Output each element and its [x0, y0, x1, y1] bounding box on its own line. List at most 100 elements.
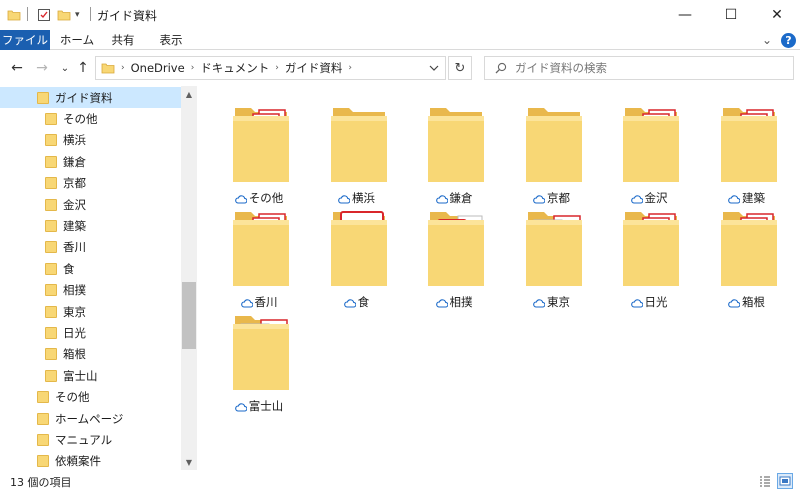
sidebar-item[interactable]: 横浜: [0, 130, 181, 151]
folder-label: 東京: [507, 294, 597, 310]
toolbar-separator: [27, 7, 28, 21]
close-button[interactable]: ✕: [754, 0, 800, 30]
scroll-down-icon[interactable]: ▼: [181, 454, 197, 470]
cloud-sync-icon: [533, 299, 545, 308]
folder-item[interactable]: 東京: [507, 206, 597, 310]
folder-icon: [45, 326, 57, 339]
sidebar-item-label: 日光: [63, 325, 86, 340]
sidebar-item[interactable]: 富士山: [0, 365, 181, 386]
folder-name: 鎌倉: [449, 191, 473, 205]
folder-thumbnail-icon: PDF: [229, 206, 293, 290]
folder-label: 香川: [214, 294, 304, 310]
folder-name: 食: [357, 295, 370, 309]
sidebar-item-label: 鎌倉: [63, 154, 86, 169]
up-button[interactable]: ↑: [73, 58, 93, 78]
folder-item[interactable]: PDF 食: [312, 206, 402, 310]
tab-view[interactable]: 表示: [152, 30, 190, 50]
folder-label: 富士山: [214, 398, 304, 414]
folder-label: 相撲: [409, 294, 499, 310]
sidebar-item[interactable]: 依頼案件: [0, 451, 181, 472]
folder-label: 横浜: [312, 190, 402, 206]
sidebar-item[interactable]: 食: [0, 258, 181, 279]
properties-icon[interactable]: [37, 6, 51, 24]
folder-icon: [45, 305, 57, 318]
address-bar[interactable]: › OneDrive › ドキュメント › ガイド資料 ›: [95, 56, 446, 80]
sidebar-item[interactable]: その他: [0, 108, 181, 129]
folder-item[interactable]: PDF 建築: [702, 102, 792, 206]
folder-item[interactable]: 鎌倉: [409, 102, 499, 206]
folder-item[interactable]: PDF 日光: [604, 206, 694, 310]
sidebar-item[interactable]: 日光: [0, 322, 181, 343]
folder-icon: [45, 198, 57, 211]
refresh-button[interactable]: ↻: [448, 56, 472, 80]
sidebar-item[interactable]: 金沢: [0, 194, 181, 215]
details-view-icon[interactable]: [757, 473, 773, 489]
customize-toolbar-icon[interactable]: ▾: [75, 6, 80, 24]
sidebar-item[interactable]: 京都: [0, 173, 181, 194]
sidebar-item[interactable]: ホームページ: [0, 408, 181, 429]
folder-thumbnail-icon: PDF: [229, 102, 293, 186]
sidebar-item-label: 食: [63, 261, 75, 276]
breadcrumb-chevron-icon[interactable]: ›: [275, 63, 279, 73]
tab-home[interactable]: ホーム: [54, 30, 100, 50]
folder-label: 京都: [507, 190, 597, 206]
folder-icon: [45, 155, 57, 168]
scrollbar-thumb[interactable]: [182, 282, 196, 349]
sidebar-item[interactable]: 東京: [0, 301, 181, 322]
folder-thumbnail-icon: PDF: [424, 206, 488, 290]
breadcrumb-onedrive[interactable]: OneDrive: [131, 61, 185, 75]
sidebar-item[interactable]: 建築: [0, 215, 181, 236]
sidebar-item[interactable]: 鎌倉: [0, 151, 181, 172]
sidebar-scrollbar[interactable]: ▲ ▼: [181, 86, 197, 470]
folder-item[interactable]: PDF 金沢: [604, 102, 694, 206]
minimize-button[interactable]: —: [662, 0, 708, 30]
folder-icon: [37, 412, 49, 425]
folder-item[interactable]: 京都: [507, 102, 597, 206]
cloud-sync-icon: [728, 195, 740, 204]
forward-button[interactable]: →: [32, 58, 52, 78]
folder-item[interactable]: PDF その他: [214, 102, 304, 206]
sidebar-item[interactable]: 箱根: [0, 344, 181, 365]
folder-thumbnail-icon: [522, 102, 586, 186]
scroll-up-icon[interactable]: ▲: [181, 86, 197, 102]
new-folder-icon[interactable]: [57, 6, 71, 24]
search-box[interactable]: [484, 56, 794, 80]
folder-label: 箱根: [702, 294, 792, 310]
tab-share[interactable]: 共有: [104, 30, 142, 50]
sidebar-item[interactable]: マニュアル: [0, 429, 181, 450]
tab-file[interactable]: ファイル: [0, 30, 50, 50]
folder-item[interactable]: 富士山: [214, 310, 304, 414]
large-icons-view-icon[interactable]: [777, 473, 793, 489]
sidebar-item[interactable]: ガイド資料: [0, 87, 181, 108]
cloud-sync-icon: [435, 299, 448, 308]
folder-item[interactable]: 横浜: [312, 102, 402, 206]
folder-item[interactable]: PDF 相撲: [409, 206, 499, 310]
recent-locations-button[interactable]: ⌄: [55, 58, 75, 78]
sidebar-item[interactable]: 相撲: [0, 280, 181, 301]
breadcrumb-guide[interactable]: ガイド資料: [285, 60, 343, 76]
cloud-sync-icon: [338, 195, 350, 204]
expand-ribbon-icon[interactable]: ⌄: [762, 30, 772, 50]
folder-thumbnail-icon: [229, 310, 293, 394]
breadcrumb-chevron-icon[interactable]: ›: [348, 63, 352, 73]
folder-item[interactable]: PDF 香川: [214, 206, 304, 310]
cloud-sync-icon: [728, 299, 740, 308]
folder-thumbnail-icon: PDF: [717, 206, 781, 290]
folder-thumbnail-icon: [522, 206, 586, 290]
file-list: PDFその他横浜鎌倉京都 PDF金沢 PDF建築 PDF香川 PDF食 PDF相…: [197, 86, 800, 470]
breadcrumb-chevron-icon: ›: [121, 63, 125, 73]
sidebar-item[interactable]: 香川: [0, 237, 181, 258]
breadcrumb-chevron-icon[interactable]: ›: [191, 63, 195, 73]
maximize-button[interactable]: ☐: [708, 0, 754, 30]
folder-icon: [45, 134, 57, 147]
sidebar-item-label: 富士山: [63, 368, 98, 383]
sidebar-item[interactable]: その他: [0, 387, 181, 408]
breadcrumb-documents[interactable]: ドキュメント: [200, 60, 269, 76]
search-input[interactable]: [515, 61, 785, 75]
folder-icon: [37, 391, 49, 404]
help-icon[interactable]: ?: [781, 32, 796, 48]
folder-item[interactable]: PDF 箱根: [702, 206, 792, 310]
back-button[interactable]: ←: [7, 58, 27, 78]
address-dropdown-icon[interactable]: [423, 57, 445, 79]
folder-name: 相撲: [449, 295, 473, 309]
